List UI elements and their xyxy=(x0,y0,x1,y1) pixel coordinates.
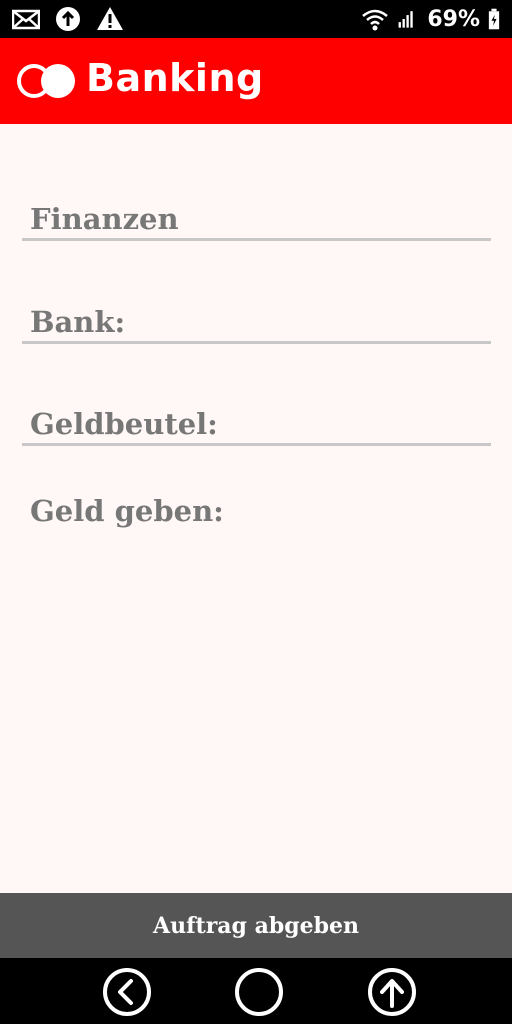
submit-order-button[interactable]: Auftrag abgeben xyxy=(0,893,512,958)
geldbeutel-label: Geldbeutel: xyxy=(30,407,218,441)
geld-geben-label: Geld geben: xyxy=(30,494,224,528)
upload-icon xyxy=(56,7,80,31)
geldbeutel-field[interactable]: Geldbeutel: xyxy=(22,394,491,446)
mail-icon xyxy=(12,9,40,30)
battery-percent: 69% xyxy=(427,6,480,32)
warning-icon xyxy=(97,7,123,30)
app-bar: Banking xyxy=(0,38,512,124)
bank-field[interactable]: Bank: xyxy=(22,294,491,344)
up-icon[interactable] xyxy=(366,966,418,1018)
finanzen-label: Finanzen xyxy=(30,202,179,236)
bank-label: Bank: xyxy=(30,305,126,339)
app-title: Banking xyxy=(86,56,264,100)
wifi-icon xyxy=(362,9,389,31)
battery-icon xyxy=(488,8,500,30)
back-icon[interactable] xyxy=(101,966,153,1018)
navigation-bar xyxy=(0,958,512,1024)
finanzen-field[interactable]: Finanzen xyxy=(22,194,491,241)
home-icon[interactable] xyxy=(233,966,285,1018)
logo-icon xyxy=(17,64,75,98)
signal-icon xyxy=(398,11,414,28)
status-bar: 69% xyxy=(0,0,512,38)
